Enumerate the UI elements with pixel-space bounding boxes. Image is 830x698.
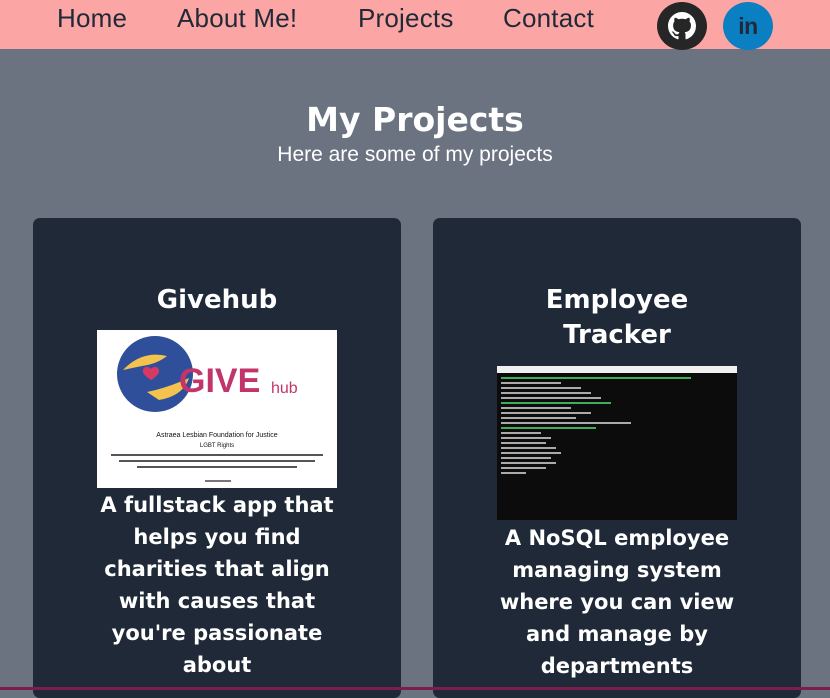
givehub-caption-text (137, 466, 297, 468)
github-link[interactable] (657, 2, 707, 50)
terminal-line (501, 387, 581, 389)
terminal-line (501, 427, 596, 429)
linkedin-icon: in (738, 12, 758, 39)
terminal-line (501, 452, 561, 454)
givehub-caption-text (205, 480, 231, 482)
terminal-line (501, 417, 576, 419)
description-line: you're passionate (111, 621, 323, 645)
project-description: A NoSQL employee managing system where y… (433, 522, 801, 682)
description-line: A NoSQL employee (504, 526, 730, 550)
terminal-line (501, 457, 551, 459)
nav-link-contact[interactable]: Contact (503, 3, 594, 34)
nav-link-home[interactable]: Home (57, 3, 127, 34)
description-line: where you can view (499, 590, 735, 614)
project-card-givehub[interactable]: Givehub GIVE hub Astraea Lesbian Foundat… (33, 218, 401, 698)
github-icon (668, 12, 696, 40)
page-subtitle: Here are some of my projects (277, 143, 553, 166)
terminal-line (501, 442, 546, 444)
project-screenshot-employee-tracker[interactable] (497, 366, 737, 520)
description-line: with causes that (118, 589, 316, 613)
terminal-line (501, 377, 691, 379)
givehub-caption-text (119, 460, 315, 462)
navbar: Home About Me! Projects Contact in (0, 0, 830, 50)
terminal-line (501, 407, 571, 409)
terminal-line (501, 402, 611, 404)
terminal-line (501, 397, 601, 399)
givehub-caption-cause: LGBT Rights (199, 443, 235, 449)
page-title: My Projects (306, 100, 524, 139)
project-title-line: Tracker (563, 320, 671, 350)
terminal-line (501, 432, 541, 434)
description-line: managing system (512, 558, 722, 582)
terminal-line (501, 472, 526, 474)
linkedin-link[interactable]: in (723, 2, 773, 50)
terminal-line (501, 462, 556, 464)
terminal-line (501, 392, 591, 394)
terminal-line (501, 422, 631, 424)
description-line: about (182, 653, 252, 677)
description-line: departments (540, 654, 694, 678)
description-line: charities that align (104, 557, 330, 581)
nav-link-about[interactable]: About Me! (177, 3, 297, 34)
description-line: helps you find (133, 525, 301, 549)
description-line: A fullstack app that (100, 493, 334, 517)
terminal-line (501, 447, 556, 449)
project-title: Employee Tracker (433, 283, 801, 353)
project-title-line: Employee (545, 285, 689, 315)
terminal-line (501, 382, 561, 384)
givehub-logo-text: GIVE (179, 362, 261, 400)
terminal-line (501, 437, 551, 439)
project-title: Givehub (156, 285, 278, 315)
terminal-line (501, 412, 591, 414)
nav-link-projects[interactable]: Projects (358, 3, 454, 34)
description-line: and manage by (526, 622, 708, 646)
project-card-employee-tracker[interactable]: Employee Tracker A NoSQL employee managi… (433, 218, 801, 698)
project-description: A fullstack app that helps you find char… (33, 489, 401, 681)
project-screenshot-givehub[interactable]: GIVE hub Astraea Lesbian Foundation for … (97, 330, 337, 488)
terminal-titlebar (497, 366, 737, 373)
givehub-caption-text (111, 454, 323, 456)
terminal-line (501, 467, 546, 469)
givehub-logo-suffix: hub (271, 380, 298, 397)
givehub-caption-org: Astraea Lesbian Foundation for Justice (156, 432, 278, 439)
